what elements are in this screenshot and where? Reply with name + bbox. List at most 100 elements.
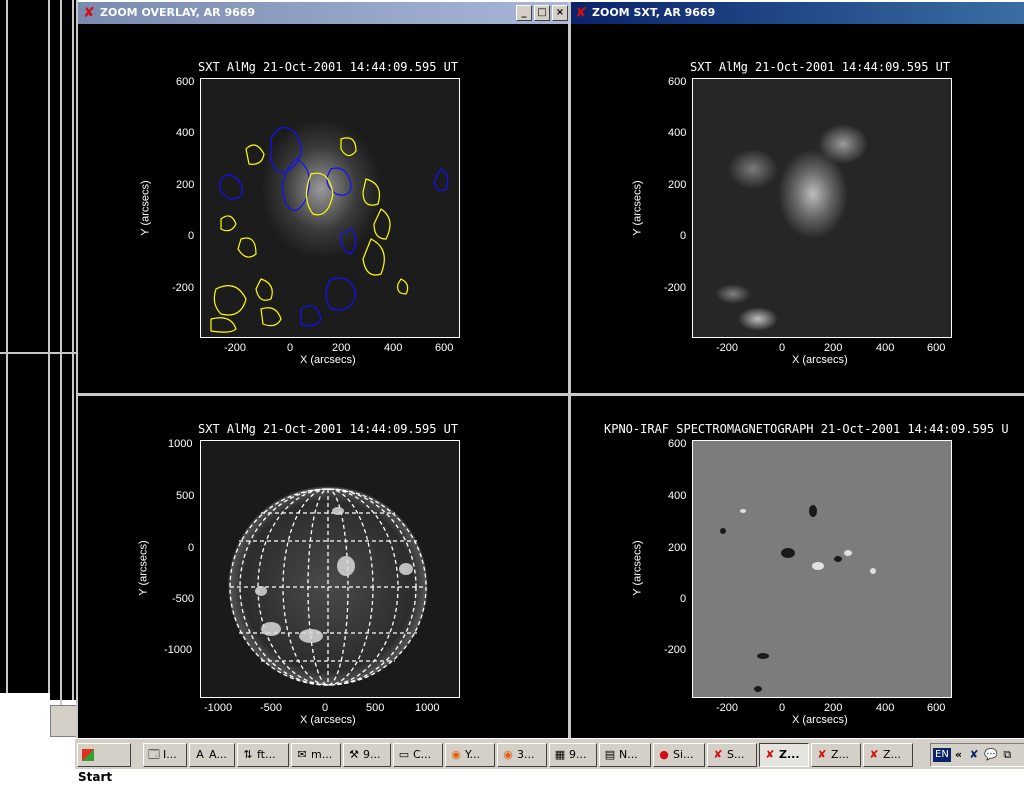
idl-x-icon: ✘ (575, 5, 587, 21)
full-disk-window[interactable]: SXT AlMg 21-Oct-2001 14:44:09.595 UT -10… (78, 396, 570, 738)
notepad-icon: ▤ (604, 748, 616, 761)
background-window-stub (0, 693, 50, 768)
taskbar-button[interactable]: ✉ m... (291, 743, 341, 767)
windows-logo-icon (82, 749, 94, 761)
taskbar-button[interactable]: 🗔 I... (143, 743, 187, 767)
task-label: 3... (517, 748, 535, 761)
zoom-sxt-titlebar[interactable]: ✘ ZOOM SXT, AR 9669 (570, 2, 1024, 24)
y-tick-label: -1000 (164, 644, 193, 656)
window-title: ZOOM OVERLAY, AR 9669 (100, 6, 256, 19)
window-separator (76, 0, 78, 738)
chat-bubble-icon[interactable]: 💬 (984, 748, 998, 761)
y-tick-label: 1000 (168, 438, 193, 450)
y-tick-label: 500 (176, 490, 195, 502)
x-tick-label: 200 (824, 342, 843, 354)
folder-icon: ▭ (398, 748, 410, 761)
taskbar-button[interactable]: ▭ C... (393, 743, 443, 767)
firefox-icon: ◉ (451, 748, 461, 761)
magnetogram-features (720, 505, 876, 692)
maximize-button[interactable]: □ (534, 5, 550, 21)
task-label: I... (163, 748, 177, 761)
task-label: 9... (569, 748, 587, 761)
background-window-divider (48, 0, 50, 735)
background-window-divider (6, 0, 8, 693)
zoom-overlay-window[interactable]: ✘ ZOOM OVERLAY, AR 9669 _ □ × SXT AlMg 2… (78, 2, 570, 394)
explorer-icon: 🗔 (148, 748, 160, 761)
x-tick-label: 0 (322, 702, 329, 714)
x-tick-label: 200 (824, 702, 843, 714)
y-axis-label: Y (arcsecs) (139, 180, 152, 236)
tray-expand-chevron[interactable]: « (955, 748, 962, 761)
y-tick-label: -200 (664, 644, 687, 656)
ftp-icon: ⇅ (243, 748, 253, 761)
x-tick-label: -200 (224, 342, 247, 354)
x-tick-label: 400 (384, 342, 403, 354)
y-axis-label: Y (arcsecs) (631, 540, 644, 596)
y-tick-label: -200 (664, 282, 687, 294)
y-axis-label: Y (arcsecs) (137, 540, 150, 596)
idl-x-icon: ✘ (83, 5, 95, 21)
taskbar-button[interactable]: ✘ Z... (811, 743, 861, 767)
y-tick-label: 200 (668, 542, 687, 554)
language-indicator[interactable]: EN (933, 748, 951, 762)
close-button[interactable]: × (552, 5, 568, 21)
task-label: C... (413, 748, 432, 761)
active-regions (255, 507, 413, 643)
window-separator (76, 393, 1024, 396)
plot-title: SXT AlMg 21-Oct-2001 14:44:09.595 UT (690, 60, 951, 74)
negative-polarity-contours (219, 127, 449, 327)
record-icon: ● (659, 748, 669, 761)
background-window-divider (0, 352, 78, 354)
window-title: ZOOM SXT, AR 9669 (592, 6, 716, 19)
taskbar-button-active[interactable]: ✘ Z... (759, 743, 809, 767)
x-tick-label: 400 (876, 702, 895, 714)
x-tick-label: -200 (716, 702, 739, 714)
plot-title: KPNO-IRAF SPECTROMAGNETOGRAPH 21-Oct-200… (604, 422, 1009, 436)
x-tick-label: 400 (876, 342, 895, 354)
task-label: S... (727, 748, 745, 761)
y-tick-label: 0 (680, 230, 687, 242)
x-axis-label: X (arcsecs) (792, 354, 848, 366)
magnetogram-image (692, 440, 952, 698)
y-tick-label: 200 (176, 179, 195, 191)
minimize-button[interactable]: _ (516, 5, 532, 21)
task-label: m... (311, 748, 333, 761)
x-tick-label: 500 (366, 702, 385, 714)
x-tick-label: 600 (927, 702, 946, 714)
taskbar-button[interactable]: ⇅ ft... (237, 743, 289, 767)
task-label: Si... (673, 748, 694, 761)
taskbar-button[interactable]: ◉ 3... (497, 743, 547, 767)
zoom-overlay-titlebar[interactable]: ✘ ZOOM OVERLAY, AR 9669 _ □ × (78, 2, 570, 24)
taskbar-button[interactable]: ● Si... (653, 743, 705, 767)
x-tick-label: -200 (716, 342, 739, 354)
x-axis-label: X (arcsecs) (300, 354, 356, 366)
taskbar-button[interactable]: ✘ Z... (863, 743, 913, 767)
x-tick-label: 600 (927, 342, 946, 354)
taskbar-button[interactable]: ▤ N... (599, 743, 651, 767)
y-tick-label: 600 (668, 76, 687, 88)
taskbar: Start 🗔 I... A A... ⇅ ft... ✉ m... ⚒ 9... ▭ C.… (75, 738, 1024, 784)
y-tick-label: 600 (176, 76, 195, 88)
network-icon[interactable]: ⧉ (1003, 748, 1011, 761)
task-label: 9... (363, 748, 381, 761)
y-tick-label: 400 (668, 127, 687, 139)
idl-x-icon: ✘ (817, 748, 827, 761)
taskbar-button[interactable]: ▦ 9... (549, 743, 597, 767)
taskbar-button[interactable]: ✘ S... (707, 743, 757, 767)
app-a-icon: A (196, 748, 204, 761)
idl-tray-icon[interactable]: ✘ (969, 748, 978, 761)
plot-title: SXT AlMg 21-Oct-2001 14:44:09.595 UT (198, 422, 459, 436)
task-label: Z... (883, 748, 902, 761)
start-button[interactable]: Start (77, 743, 131, 784)
y-tick-label: 0 (188, 230, 195, 242)
taskbar-button[interactable]: A A... (189, 743, 235, 767)
task-label: Z... (831, 748, 850, 761)
taskbar-button[interactable]: ⚒ 9... (343, 743, 391, 767)
taskbar-button[interactable]: ◉ Y... (445, 743, 495, 767)
background-window-divider (72, 0, 74, 700)
background-window-strip (0, 0, 78, 700)
zoom-sxt-window[interactable]: ✘ ZOOM SXT, AR 9669 SXT AlMg 21-Oct-2001… (570, 2, 1024, 394)
contour-overlay (210, 127, 449, 333)
task-label: N... (619, 748, 638, 761)
magnetogram-window[interactable]: KPNO-IRAF SPECTROMAGNETOGRAPH 21-Oct-200… (570, 396, 1024, 738)
